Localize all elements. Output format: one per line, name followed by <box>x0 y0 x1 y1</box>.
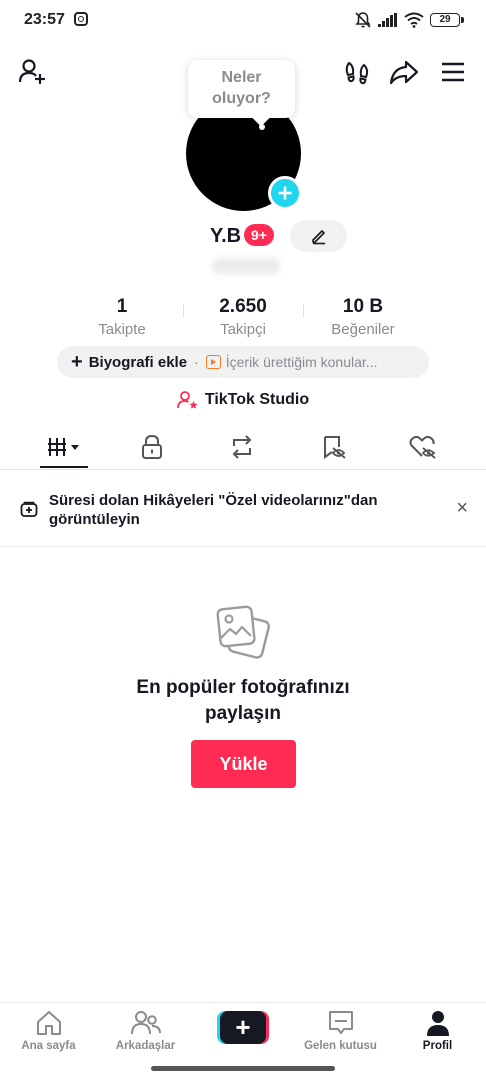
home-indicator[interactable] <box>151 1066 335 1071</box>
close-icon[interactable]: × <box>456 498 468 518</box>
profile-name-row: Y.B 9+ <box>0 220 486 252</box>
repost-icon <box>232 434 252 459</box>
bookmark-hidden-icon <box>324 435 346 459</box>
bio-pill[interactable]: + Biyografi ekle · İçerik ürettiğim konu… <box>57 346 429 378</box>
status-note-line2: oluyor? <box>212 90 271 107</box>
bottom-navigation: Ana sayfa Arkadaşlar + Gelen kutusu Prof… <box>0 1002 486 1062</box>
nav-inbox-label: Gelen kutusu <box>304 1040 377 1052</box>
edit-profile-button[interactable] <box>290 220 347 252</box>
followers-stat[interactable]: 2.650 Takipçi <box>183 296 303 338</box>
profile-icon <box>426 1011 449 1036</box>
nav-inbox[interactable]: Gelen kutusu <box>292 1003 389 1061</box>
story-add-icon <box>20 501 38 517</box>
followers-count: 2.650 <box>219 296 267 317</box>
video-topic-icon <box>205 355 221 369</box>
empty-state-title-line2: paylaşın <box>204 703 282 724</box>
profile-content-tabs <box>0 424 486 470</box>
tiktok-studio-link[interactable]: TikTok Studio <box>0 388 486 412</box>
add-user-icon <box>18 59 45 84</box>
followers-label: Takipçi <box>220 321 266 338</box>
stories-notice-banner: Süresi dolan Hikâyeleri "Özel videoların… <box>0 470 486 547</box>
wifi-icon <box>404 12 424 28</box>
menu-button[interactable] <box>435 54 471 90</box>
heart-hidden-icon <box>409 435 436 459</box>
nav-home-label: Ana sayfa <box>21 1040 76 1052</box>
notification-badge[interactable]: 9+ <box>244 224 274 246</box>
tiktok-studio-label: TikTok Studio <box>204 391 310 408</box>
create-plus-icon: + <box>220 1011 266 1044</box>
profile-name: Y.B <box>210 225 242 247</box>
tab-reposts[interactable] <box>212 424 272 469</box>
tab-private[interactable] <box>122 424 182 469</box>
add-friend-button[interactable] <box>15 54 51 90</box>
hamburger-menu-icon <box>442 62 464 82</box>
empty-state-title: En popüler fotoğrafınızı paylaşın <box>93 675 393 727</box>
status-icons: 29 <box>354 11 464 29</box>
avatar-note-dot <box>259 124 265 130</box>
status-bar: 23:57 29 <box>0 0 486 40</box>
upload-button[interactable]: Yükle <box>191 740 296 788</box>
inbox-icon <box>328 1011 353 1034</box>
nav-profile-label: Profil <box>422 1040 453 1052</box>
tab-videos[interactable] <box>34 424 94 469</box>
add-bio-plus-icon: + <box>71 351 83 373</box>
nav-friends-label: Arkadaşlar <box>115 1040 176 1052</box>
status-time: 23:57 <box>24 11 65 28</box>
tab-saved[interactable] <box>304 424 364 469</box>
username-handle-blurred <box>212 258 280 274</box>
profile-stats: 1 Takipte 2.650 Takipçi 10 B Beğeniler <box>0 296 486 340</box>
creator-star-icon <box>176 391 198 409</box>
following-count: 1 <box>116 296 128 317</box>
add-bio-label: Biyografi ekle <box>88 353 188 371</box>
plus-icon <box>278 186 292 200</box>
friends-icon <box>130 1011 161 1035</box>
mute-bell-icon <box>355 12 371 28</box>
content-topics-label: İçerik ürettiğim konular... <box>225 354 378 370</box>
likes-stat[interactable]: 10 B Beğeniler <box>303 296 423 338</box>
likes-label: Beğeniler <box>331 321 395 338</box>
tab-liked[interactable] <box>393 424 453 469</box>
status-note-line1: Neler <box>221 69 262 86</box>
share-profile-button[interactable] <box>386 54 422 90</box>
empty-state-title-line1: En popüler fotoğrafınızı <box>136 677 350 698</box>
lock-icon <box>142 434 162 459</box>
instagram-notification-icon <box>74 12 88 26</box>
create-button[interactable]: + <box>217 1011 269 1044</box>
battery-indicator: 29 <box>430 13 464 27</box>
active-tab-indicator <box>40 466 88 468</box>
footprint-icon <box>345 61 369 85</box>
following-stat[interactable]: 1 Takipte <box>62 296 182 338</box>
home-icon <box>36 1011 61 1035</box>
status-note-bubble[interactable]: Neler oluyor? <box>188 60 295 118</box>
grid-videos-icon <box>48 437 79 456</box>
photos-icon <box>216 605 270 659</box>
add-story-button[interactable] <box>268 176 302 210</box>
notice-text: Süresi dolan Hikâyeleri "Özel videoların… <box>49 492 378 528</box>
share-icon <box>389 60 419 85</box>
empty-state-illustration <box>215 604 271 660</box>
likes-count: 10 B <box>342 296 384 317</box>
following-label: Takipte <box>98 321 146 338</box>
signal-icon <box>378 13 397 27</box>
footprints-button[interactable] <box>339 54 375 90</box>
nav-profile[interactable]: Profil <box>389 1003 486 1061</box>
nav-home[interactable]: Ana sayfa <box>0 1003 97 1061</box>
nav-friends[interactable]: Arkadaşlar <box>97 1003 194 1061</box>
bio-separator: · <box>194 354 199 370</box>
notice-icon-wrap <box>20 500 38 523</box>
pencil-icon <box>311 230 325 245</box>
